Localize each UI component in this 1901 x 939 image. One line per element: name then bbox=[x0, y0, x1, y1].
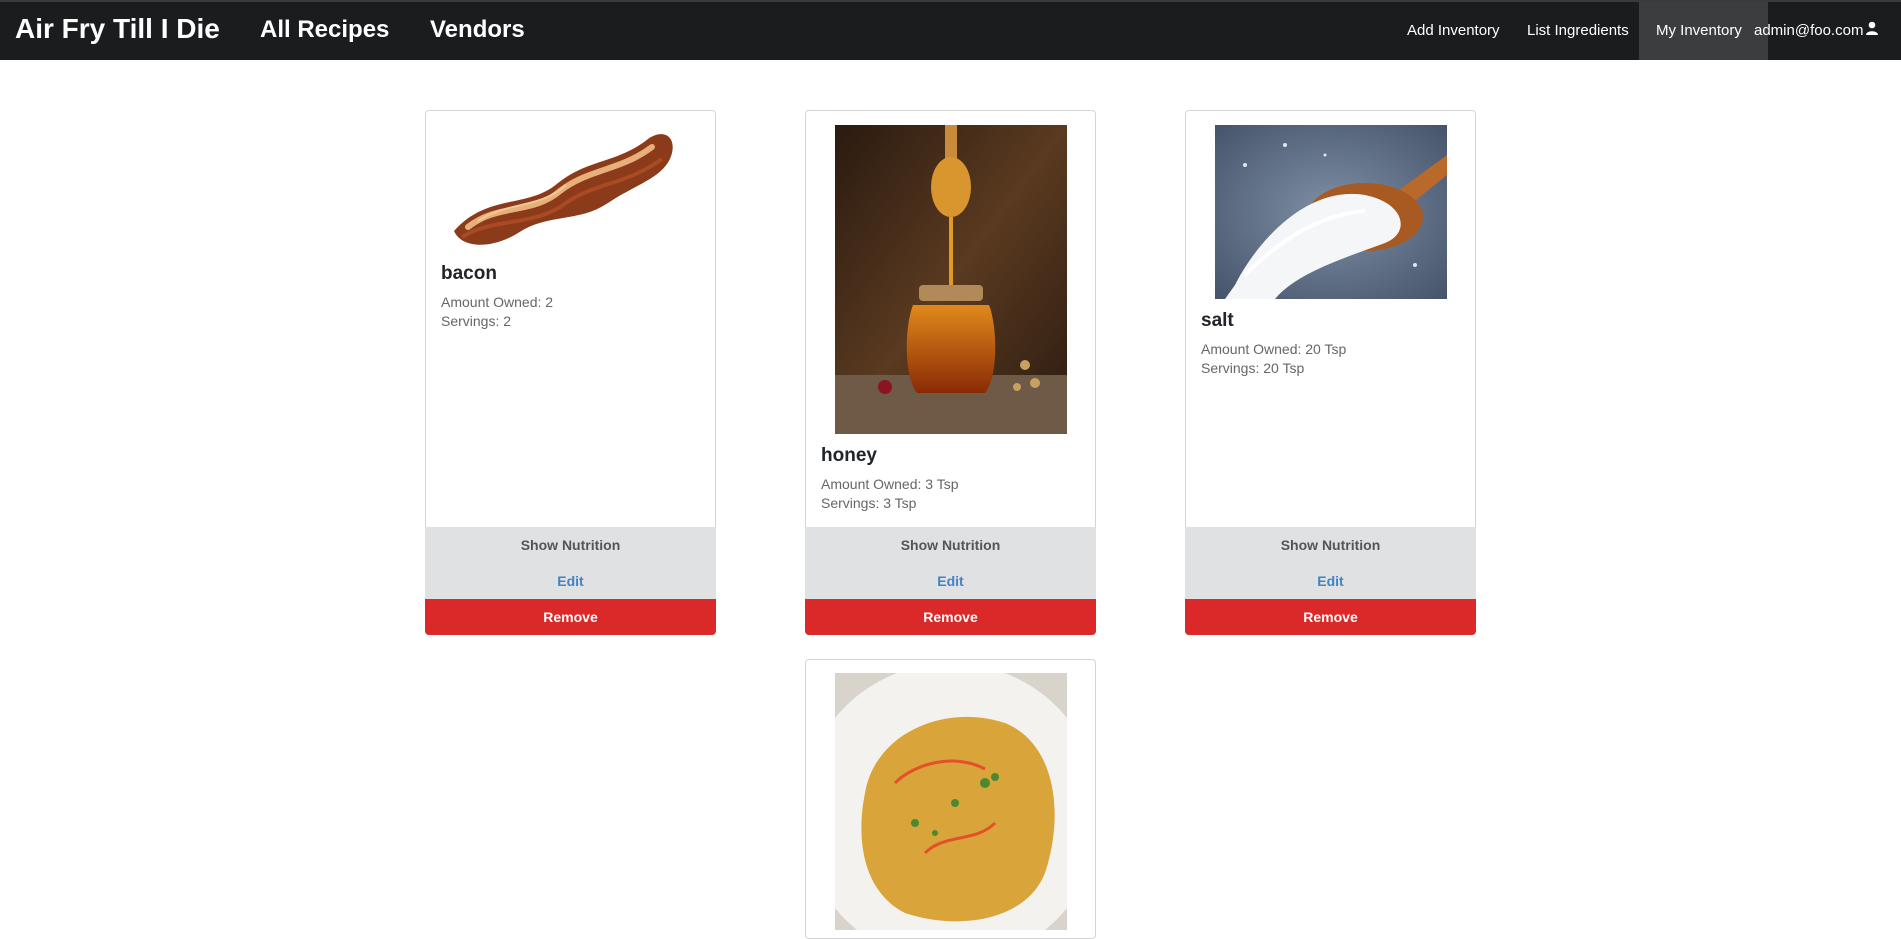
nav-add-inventory[interactable]: Add Inventory bbox=[1391, 2, 1516, 60]
nav-my-inventory[interactable]: My Inventory bbox=[1639, 2, 1768, 60]
user-icon bbox=[1865, 2, 1879, 60]
bacon-image bbox=[448, 123, 680, 249]
edit-button[interactable]: Edit bbox=[805, 563, 1096, 599]
amount-owned: Amount Owned: 3 Tsp bbox=[821, 476, 959, 492]
brand-link[interactable]: Air Fry Till I Die bbox=[15, 13, 220, 45]
edit-button[interactable]: Edit bbox=[1185, 563, 1476, 599]
remove-button[interactable]: Remove bbox=[1185, 599, 1476, 635]
inventory-card: salt Amount Owned: 20 Tsp Servings: 20 T… bbox=[1185, 110, 1476, 635]
inventory-card: honey Amount Owned: 3 Tsp Servings: 3 Ts… bbox=[805, 110, 1096, 635]
nav-user-menu[interactable]: admin@foo.com bbox=[1754, 2, 1879, 60]
amount-owned: Amount Owned: 20 Tsp bbox=[1201, 341, 1347, 357]
inventory-card bbox=[805, 659, 1096, 939]
show-nutrition-button[interactable]: Show Nutrition bbox=[805, 527, 1096, 563]
user-email: admin@foo.com bbox=[1754, 22, 1864, 39]
show-nutrition-button[interactable]: Show Nutrition bbox=[425, 527, 716, 563]
inventory-card: bacon Amount Owned: 2 Servings: 2 Show N… bbox=[425, 110, 716, 635]
item-name: salt bbox=[1201, 310, 1234, 331]
servings: Servings: 2 bbox=[441, 313, 512, 329]
remove-button[interactable]: Remove bbox=[805, 599, 1096, 635]
servings: Servings: 3 Tsp bbox=[821, 495, 917, 511]
honey-image bbox=[835, 125, 1067, 434]
nav-list-ingredients[interactable]: List Ingredients bbox=[1511, 2, 1645, 60]
salt-image bbox=[1215, 125, 1447, 299]
top-navbar: Air Fry Till I Die All Recipes Vendors A… bbox=[0, 0, 1901, 60]
edit-button[interactable]: Edit bbox=[425, 563, 716, 599]
item-name: honey bbox=[821, 445, 877, 466]
item-name: bacon bbox=[441, 263, 497, 284]
chicken-image bbox=[835, 673, 1067, 930]
servings: Servings: 20 Tsp bbox=[1201, 360, 1305, 376]
nav-vendors[interactable]: Vendors bbox=[430, 16, 525, 44]
amount-owned: Amount Owned: 2 bbox=[441, 294, 554, 310]
nav-all-recipes[interactable]: All Recipes bbox=[260, 16, 389, 44]
remove-button[interactable]: Remove bbox=[425, 599, 716, 635]
show-nutrition-button[interactable]: Show Nutrition bbox=[1185, 527, 1476, 563]
